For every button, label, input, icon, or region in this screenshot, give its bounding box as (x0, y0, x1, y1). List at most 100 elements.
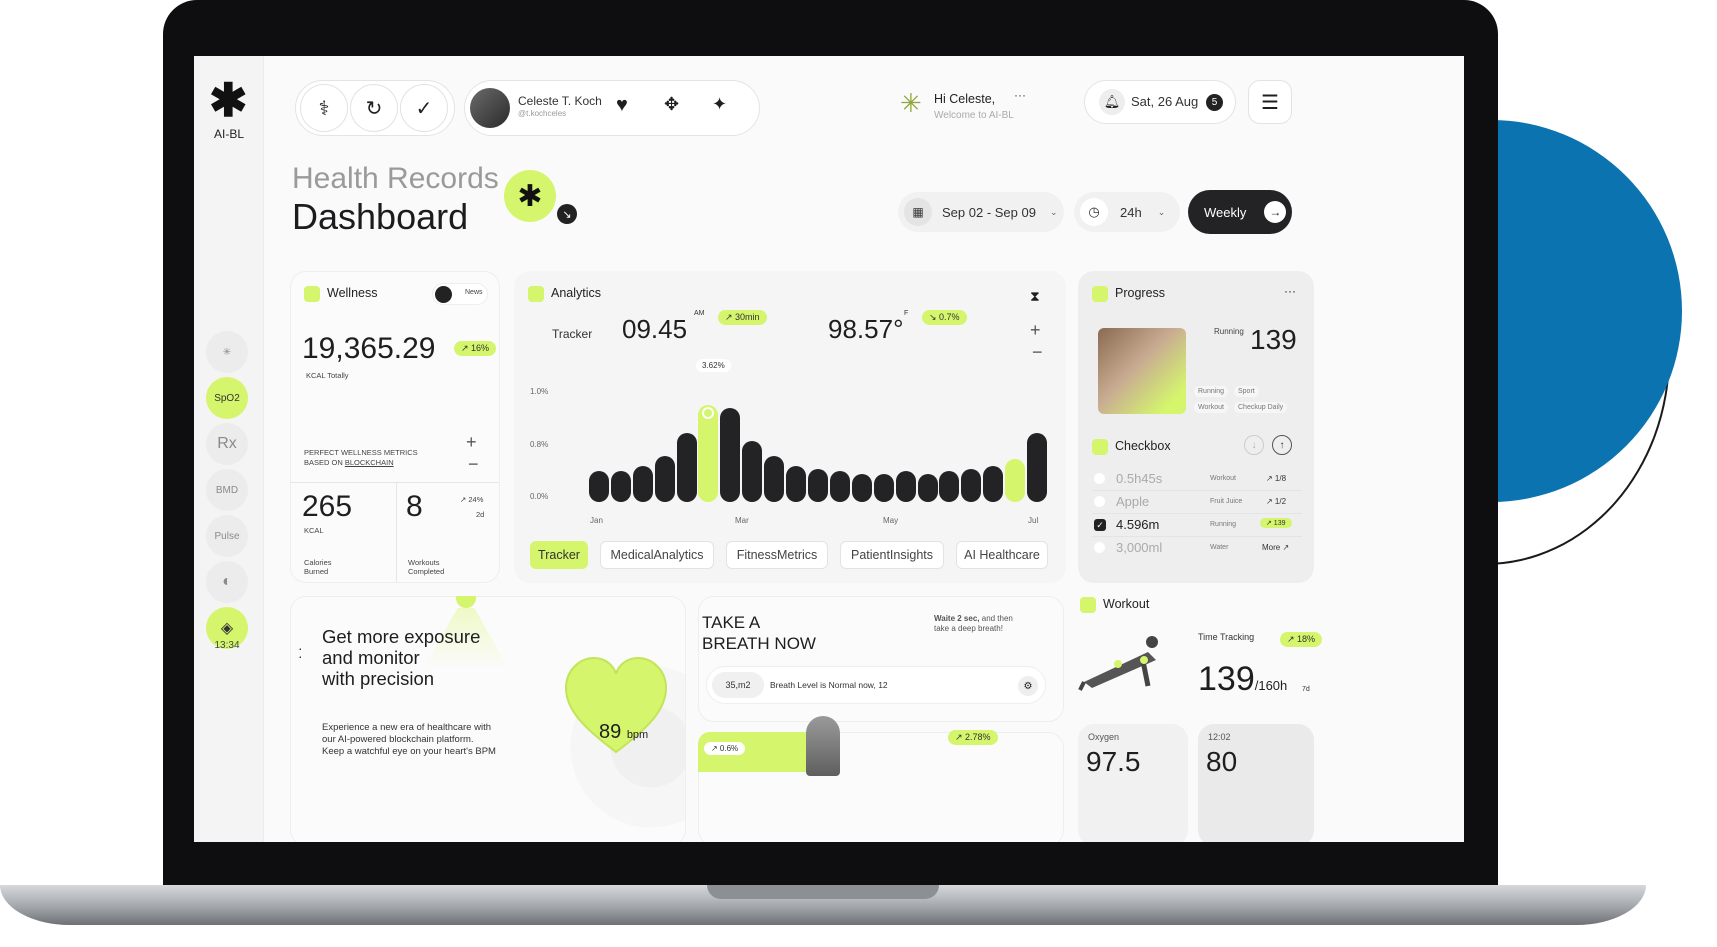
chart-bar[interactable] (873, 474, 894, 502)
tab-tracker[interactable]: Tracker (530, 541, 588, 569)
blockchain-link[interactable]: BLOCKCHAIN (345, 458, 394, 467)
sidebar-asterisk-icon[interactable]: ✳ (206, 331, 248, 373)
wellness-badge: ↗ 16% (454, 341, 497, 356)
time-tracking-label: Time Tracking (1198, 632, 1255, 642)
tab-patient-insights[interactable]: PatientInsights (840, 541, 944, 569)
chart-bar[interactable] (588, 471, 609, 502)
tag-workout[interactable]: Workout (1194, 402, 1228, 413)
settings-icon[interactable]: ⚙ (1018, 676, 1038, 696)
tab-medical-analytics[interactable]: MedicalAnalytics (600, 541, 714, 569)
hourglass-icon[interactable]: ⧗ (1030, 288, 1040, 305)
avatar[interactable] (470, 88, 510, 128)
time-card-value: 80 (1206, 746, 1238, 777)
page-subtitle: Health Records (292, 162, 499, 195)
chart-bar[interactable] (829, 471, 850, 502)
breath-hint: Waite 2 sec, and then take a deep breath… (934, 614, 1013, 634)
bell-icon[interactable]: 🔔︎ (1099, 89, 1125, 115)
chart-bar[interactable] (808, 469, 828, 502)
workout-value: 139/160h (1198, 660, 1287, 699)
tab-ai-healthcare[interactable]: AI Healthcare (956, 541, 1048, 569)
chart-bar[interactable] (1005, 459, 1026, 502)
check-circle[interactable] (1094, 496, 1105, 507)
workouts-badge: ↗ 24% (460, 495, 484, 504)
tracker-time: 09.45 (622, 314, 688, 344)
sort-up-icon[interactable]: ↑ (1272, 435, 1292, 455)
list-item[interactable]: 3,000ml Water More ↗ (1092, 537, 1302, 560)
tag-sport[interactable]: Sport (1234, 386, 1259, 397)
calendar-icon: ▦ (904, 198, 932, 226)
list-item[interactable]: ✓ 4.596m Running ↗ 139 (1092, 514, 1302, 537)
sidebar-item-rx[interactable]: Rx (206, 423, 248, 465)
check-icon[interactable]: ✓ (400, 84, 448, 132)
more-link[interactable]: More ↗ (1262, 543, 1289, 552)
heart-icon[interactable]: ♥ (616, 94, 628, 117)
notification-count: 5 (1206, 94, 1223, 111)
pushup-figure (1078, 636, 1158, 691)
chart-bar[interactable] (939, 471, 960, 502)
chart-bar[interactable] (698, 405, 719, 502)
chart-bar[interactable] (961, 469, 982, 502)
breath-hint-rest-2: take a deep breath! (934, 624, 1003, 633)
checkbox-value: 4.596m (1116, 517, 1160, 532)
exposure-heading-1: Get more exposure (322, 626, 481, 647)
zoom-in-icon[interactable]: + (1030, 320, 1041, 341)
chart-bar[interactable] (851, 474, 872, 502)
chart-bar[interactable] (654, 456, 675, 502)
sidebar-item-spo2[interactable]: SpO2 (206, 377, 248, 419)
more-icon[interactable]: ··· (1284, 284, 1296, 298)
chart-bar[interactable] (764, 456, 785, 502)
refresh-icon[interactable]: ↻ (350, 84, 398, 132)
plus-icon[interactable]: + (466, 432, 477, 453)
check-icon[interactable]: ✓ (1094, 519, 1106, 531)
chart-bar[interactable] (720, 408, 741, 502)
list-item[interactable]: 0.5h45s Workout ↗ 1/8 (1092, 468, 1302, 491)
weekly-button[interactable]: Weekly → (1188, 190, 1292, 234)
chart-bar[interactable] (917, 474, 938, 502)
chart-bar[interactable] (676, 433, 697, 502)
assistant-asterisk-icon: ✳ (900, 88, 922, 118)
sidebar-brain-icon[interactable]: ◐ (206, 561, 248, 603)
analytics-square-icon (528, 285, 544, 303)
minus-icon[interactable]: − (468, 454, 479, 475)
chart-bar[interactable] (610, 471, 631, 502)
sort-down-icon[interactable]: ↓ (1244, 435, 1264, 455)
stethoscope-icon[interactable]: ⚕ (300, 84, 348, 132)
page-title: Dashboard (292, 196, 469, 237)
breath-chip[interactable]: 35,m2 (712, 672, 764, 698)
check-circle[interactable] (1094, 473, 1105, 484)
more-icon[interactable]: ··· (1014, 88, 1026, 102)
oxygen-value: 97.5 (1086, 746, 1141, 777)
chart-bar[interactable] (895, 471, 916, 502)
dumbbell-icon[interactable]: ✥ (664, 94, 679, 115)
check-circle[interactable] (1094, 542, 1105, 553)
checkbox-list: 0.5h45s Workout ↗ 1/8 Apple Fruit Juice … (1092, 468, 1302, 560)
sparkle-icon[interactable]: ✦ (712, 94, 727, 115)
time-tracking-badge: ↗ 18% (1280, 632, 1323, 647)
sidebar-item-bmd[interactable]: BMD (206, 469, 248, 511)
date-range-select[interactable]: ▦ Sep 02 - Sep 09 ⌄ (898, 192, 1064, 232)
arrow-down-right-icon[interactable]: ↘ (557, 204, 577, 224)
wellness-divider (291, 482, 499, 483)
news-toggle[interactable]: News (432, 283, 488, 305)
sidebar-item-pulse[interactable]: Pulse (206, 515, 248, 557)
zoom-out-icon[interactable]: − (1032, 342, 1043, 363)
checkbox-category: Workout (1210, 475, 1236, 482)
body-scan-badge: ↗ 0.6% (704, 742, 746, 755)
menu-icon[interactable]: ☰ (1248, 80, 1292, 124)
chart-bar[interactable] (742, 441, 763, 502)
tag-running[interactable]: Running (1194, 386, 1229, 397)
workout-hours: 139 (1198, 660, 1255, 698)
time-range-select[interactable]: ◷ 24h ⌄ (1074, 192, 1180, 232)
date-label: Sat, 26 Aug (1131, 94, 1199, 109)
tag-checkup-daily[interactable]: Checkup Daily (1234, 402, 1288, 413)
chart-bar[interactable] (1027, 433, 1048, 502)
x-tick-label: May (883, 516, 899, 525)
chart-bar[interactable] (983, 466, 1004, 502)
workout-square-icon (1080, 596, 1096, 614)
chart-bar[interactable] (632, 466, 653, 502)
checkbox-square-icon (1092, 438, 1108, 456)
checkbox-category: Water (1210, 544, 1229, 551)
tab-fitness-metrics[interactable]: FitnessMetrics (726, 541, 828, 569)
list-item[interactable]: Apple Fruit Juice ↗ 1/2 (1092, 491, 1302, 514)
chart-bar[interactable] (786, 466, 807, 502)
